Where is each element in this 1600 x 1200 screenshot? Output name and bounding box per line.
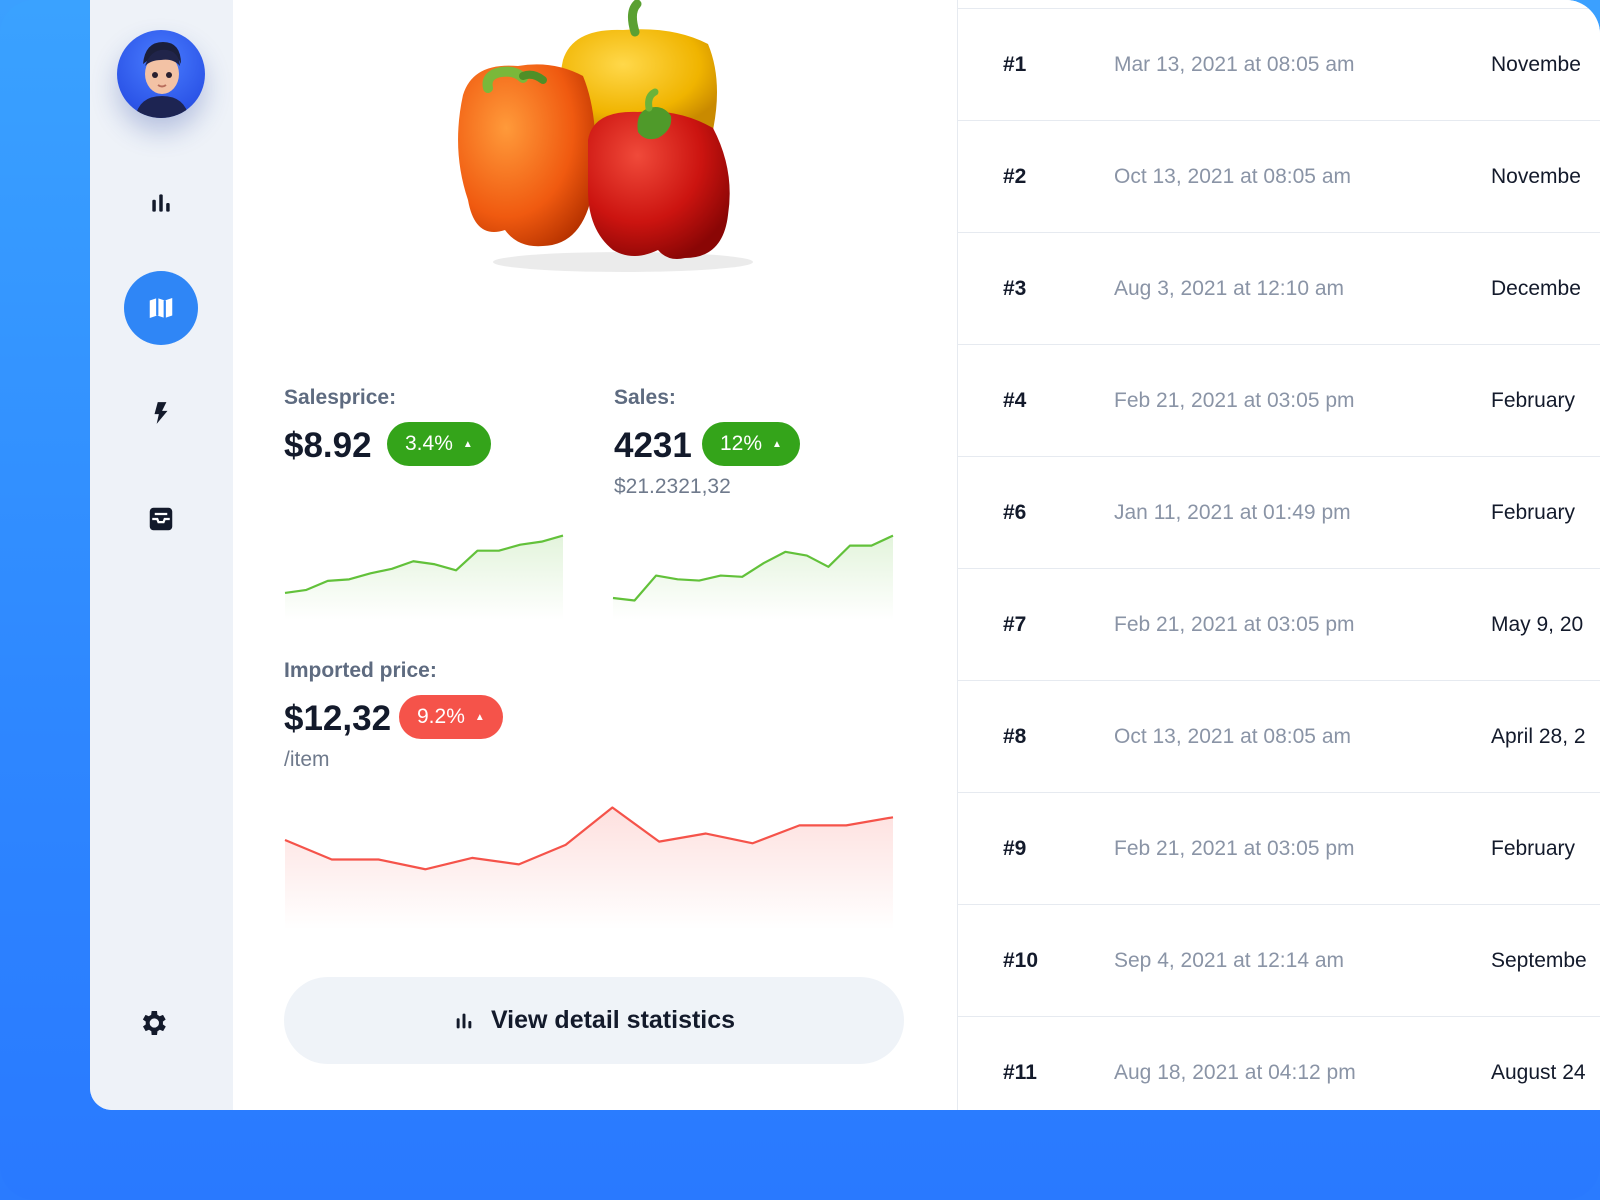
order-date: Feb 21, 2021 at 03:05 pm (1114, 613, 1355, 636)
order-id: #7 (1003, 613, 1027, 636)
order-due-date: Decembe (1491, 277, 1581, 300)
sales-sub-value: $21.2321,32 (614, 475, 731, 498)
order-date: Aug 18, 2021 at 04:12 pm (1114, 1061, 1356, 1084)
imported-price-value: $12,32 (284, 699, 392, 738)
order-date: Aug 3, 2021 at 12:10 am (1114, 277, 1345, 300)
bell-peppers-image (458, 0, 753, 272)
lightning-icon (154, 402, 168, 424)
order-id: #9 (1003, 837, 1027, 860)
order-due-date: Novembe (1491, 53, 1581, 76)
sidebar-item-statistics[interactable] (124, 166, 198, 240)
view-detail-statistics-button[interactable]: View detail statistics (284, 977, 904, 1064)
order-id: #1 (1003, 53, 1027, 76)
app-window: Salesprice: $8.92 3.4% ▲ Sales: 4231 12%… (90, 0, 1600, 1110)
sales-change-badge: 12% ▲ (702, 422, 800, 466)
order-date: Sep 4, 2021 at 12:14 am (1114, 949, 1345, 972)
orders-table: #1 Mar 13, 2021 at 08:05 am Novembe #2 Oct 1… (957, 0, 1600, 1110)
table-row[interactable]: #9 Feb 21, 2021 at 03:05 pm February (958, 792, 1600, 907)
imported-price-unit: /item (284, 748, 330, 771)
salesprice-sparkline (284, 534, 564, 620)
sales-sparkline (612, 534, 894, 620)
bar-chart-icon (453, 1010, 475, 1032)
imported-price-label: Imported price: (284, 659, 437, 682)
table-row[interactable]: #7 Feb 21, 2021 at 03:05 pm May 9, 20 (958, 568, 1600, 683)
user-avatar[interactable] (117, 30, 205, 118)
order-due-date: April 28, 2 (1491, 725, 1586, 748)
gear-icon (142, 1011, 166, 1035)
table-row[interactable]: #10 Sep 4, 2021 at 12:14 am Septembe (958, 904, 1600, 1019)
view-detail-statistics-label: View detail statistics (490, 1006, 736, 1034)
table-row[interactable]: #8 Oct 13, 2021 at 08:05 am April 28, 2 (958, 680, 1600, 795)
order-id: #2 (1003, 165, 1027, 188)
order-due-date: February (1491, 501, 1576, 524)
arrow-up-icon: ▲ (474, 711, 485, 723)
bar-chart-icon (152, 194, 170, 212)
product-stats-panel: Salesprice: $8.92 3.4% ▲ Sales: 4231 12%… (233, 0, 957, 1110)
order-date: Oct 13, 2021 at 08:05 am (1114, 725, 1351, 748)
order-date: Mar 13, 2021 at 08:05 am (1114, 53, 1355, 76)
avatar-illustration (135, 42, 189, 118)
map-icon (149, 298, 173, 318)
salesprice-change: 3.4% (405, 432, 453, 455)
table-row[interactable]: #3 Aug 3, 2021 at 12:10 am Decembe (958, 232, 1600, 347)
order-due-date: February (1491, 837, 1576, 860)
order-id: #3 (1003, 277, 1027, 300)
salesprice-label: Salesprice: (284, 386, 397, 409)
sidebar-item-inbox[interactable] (124, 482, 198, 556)
desktop-background: Salesprice: $8.92 3.4% ▲ Sales: 4231 12%… (0, 0, 1600, 1200)
table-row[interactable]: #2 Oct 13, 2021 at 08:05 am Novembe (958, 120, 1600, 235)
inbox-icon (149, 507, 173, 531)
sales-label: Sales: (614, 386, 676, 409)
arrow-up-icon: ▲ (772, 438, 782, 450)
sidebar (90, 0, 233, 1110)
order-id: #4 (1003, 389, 1027, 412)
table-row[interactable]: #1 Mar 13, 2021 at 08:05 am Novembe (958, 8, 1600, 123)
arrow-up-icon: ▲ (462, 438, 473, 450)
order-date: Feb 21, 2021 at 03:05 pm (1114, 389, 1355, 412)
order-date: Jan 11, 2021 at 01:49 pm (1114, 501, 1351, 524)
sidebar-item-activity[interactable] (124, 376, 198, 450)
imported-price-change: 9.2% (417, 705, 465, 728)
sales-value: 4231 (614, 426, 692, 465)
table-row[interactable]: #6 Jan 11, 2021 at 01:49 pm February (958, 456, 1600, 571)
order-due-date: August 24 (1491, 1061, 1586, 1084)
order-date: Feb 21, 2021 at 03:05 pm (1114, 837, 1355, 860)
imported-price-chart (284, 806, 894, 930)
settings-button[interactable] (116, 986, 190, 1060)
order-due-date: May 9, 20 (1491, 613, 1584, 636)
salesprice-trend-area (285, 535, 563, 620)
order-due-date: February (1491, 389, 1576, 412)
order-due-date: Novembe (1491, 165, 1581, 188)
order-id: #10 (1003, 949, 1039, 972)
order-id: #8 (1003, 725, 1027, 748)
order-id: #11 (1003, 1061, 1037, 1084)
imported-price-change-badge: 9.2% ▲ (399, 695, 503, 739)
table-row[interactable]: #4 Feb 21, 2021 at 03:05 pm February (958, 344, 1600, 459)
order-date: Oct 13, 2021 at 08:05 am (1114, 165, 1351, 188)
salesprice-value: $8.92 (284, 426, 372, 465)
order-id: #6 (1003, 501, 1027, 524)
sales-change: 12% (720, 432, 763, 455)
salesprice-change-badge: 3.4% ▲ (387, 422, 491, 466)
sidebar-item-map[interactable] (124, 271, 198, 345)
table-row[interactable]: #11 Aug 18, 2021 at 04:12 pm August 24 (958, 1016, 1600, 1110)
order-due-date: Septembe (1491, 949, 1587, 972)
